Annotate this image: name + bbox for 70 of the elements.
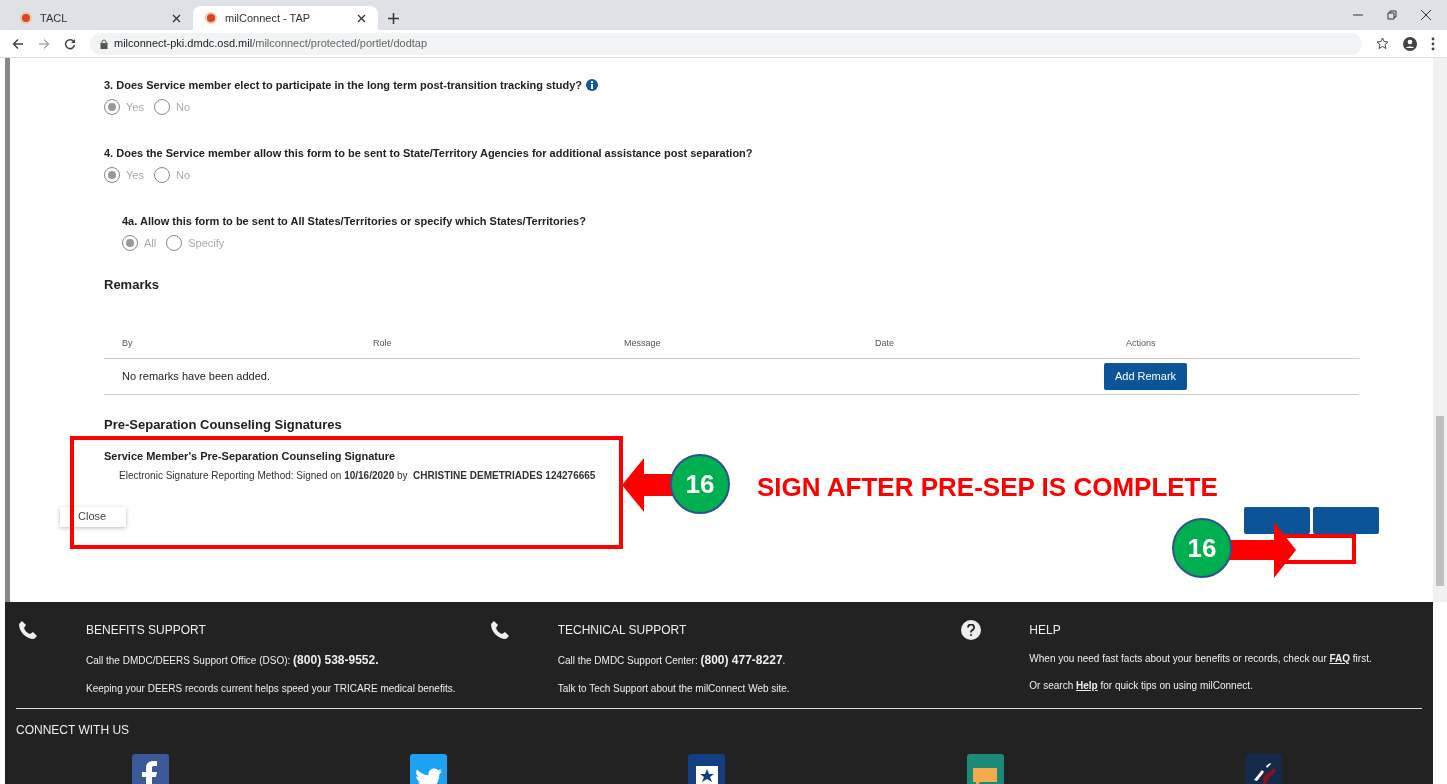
site-icon [205,12,217,24]
tab-title: milConnect - TAP [225,10,312,26]
footer-text: Talk to Tech Support about the milConnect Web site. [557,682,790,696]
column-header: By [121,336,134,350]
footer-link[interactable]: FAQ [1329,653,1351,664]
close-icon[interactable] [357,13,366,23]
column-header: Message [623,336,662,350]
footer-heading: CONNECT WITH US [16,722,131,739]
browser-tab[interactable]: milConnect - TAP [193,6,378,30]
radio-label: Yes [126,99,144,115]
footer-text: Or search Help for quick tips on using milConnect. [1029,679,1254,693]
signature-line: Electronic Signature Reporting Method: Signed on 10/16/2020 by CHRISTINE DEMETRIADES 124276665 [119,468,596,483]
column-header: Role [372,336,393,350]
radio-button[interactable] [104,98,120,115]
column-header: Actions [1125,336,1157,350]
bookmark-star-icon[interactable] [1376,37,1389,50]
footer-text: Call the DMDC Support Center: (800) 477-8227. [557,652,787,669]
annotation-caption: SIGN AFTER PRE-SEP IS COMPLETE [757,471,1218,504]
empty-message: No remarks have been added. [121,368,271,384]
account-icon[interactable] [1403,36,1417,51]
info-icon[interactable] [586,79,598,92]
footer-heading: HELP [1029,622,1062,639]
radio-label: Yes [126,167,144,183]
close-button[interactable]: Close [60,506,126,527]
close-icon[interactable] [172,13,181,23]
scrollbar-thumb[interactable] [1436,416,1444,586]
radio-button[interactable] [153,98,170,115]
step-badge: 16 [1172,518,1232,578]
radio-label: No [175,167,190,183]
footer-text: Keeping your DEERS records current helps speed your TRICARE medical benefits. [86,682,456,696]
back-icon[interactable] [12,37,24,50]
new-tab-icon[interactable] [388,13,399,24]
facebook-icon[interactable] [131,754,169,784]
menu-icon[interactable] [1431,36,1435,51]
radio-label: Specify [188,235,225,251]
footer-heading: BENEFITS SUPPORT [86,622,207,639]
add-remark-button[interactable]: Add Remark [1104,362,1187,390]
address-field[interactable]: milconnect-pki.dmdc.osd.mil/milconnect/protected/portlet/dodtap [90,32,1362,55]
bird-icon[interactable] [410,754,448,784]
question-text: 3. Does Service member elect to participate in the long term post-transition tracking study? [104,78,582,93]
footer-text: Call the DMDC/DEERS Support Office (DSO): (800) 538-9552. [86,652,380,669]
question-text: 4a. Allow this form to be sent to All States/Territories or specify which States/Territories? [122,214,586,229]
help-icon [961,620,982,640]
signature-title: Service Member's Pre-Separation Counseling Signature [104,449,397,464]
close-icon[interactable] [1421,10,1431,20]
radio-button[interactable] [166,234,183,251]
restore-icon[interactable] [1387,10,1397,20]
radio-label: All [144,235,157,251]
radio-button[interactable] [153,166,170,183]
tab-title: TACL [40,10,69,26]
radio-label: No [175,99,190,115]
question-text: 4. Does the Service member allow this form to be sent to State/Territory Agencies for additional assistance post separation? [104,146,753,161]
radio-button[interactable] [104,166,120,183]
phone-icon [18,620,38,640]
phone-icon [489,620,510,640]
action-button[interactable] [1313,506,1379,534]
footer-link[interactable]: Help [1076,680,1098,691]
action-button[interactable] [1244,506,1310,534]
step-badge: 16 [670,454,730,514]
section-title: Pre-Separation Counseling Signatures [104,415,343,434]
radio-button[interactable] [122,234,138,251]
reload-icon[interactable] [64,37,76,50]
bird-emblem-icon[interactable] [1245,754,1283,784]
lock-icon [100,38,108,49]
chat-icon[interactable] [966,754,1004,784]
section-title: Remarks [104,276,160,294]
footer-heading: TECHNICAL SUPPORT [557,622,688,639]
site-icon [20,12,32,24]
column-header: Date [874,336,895,350]
footer-text: When you need fast facts about your benefits or records, check our FAQ first. [1029,652,1372,666]
